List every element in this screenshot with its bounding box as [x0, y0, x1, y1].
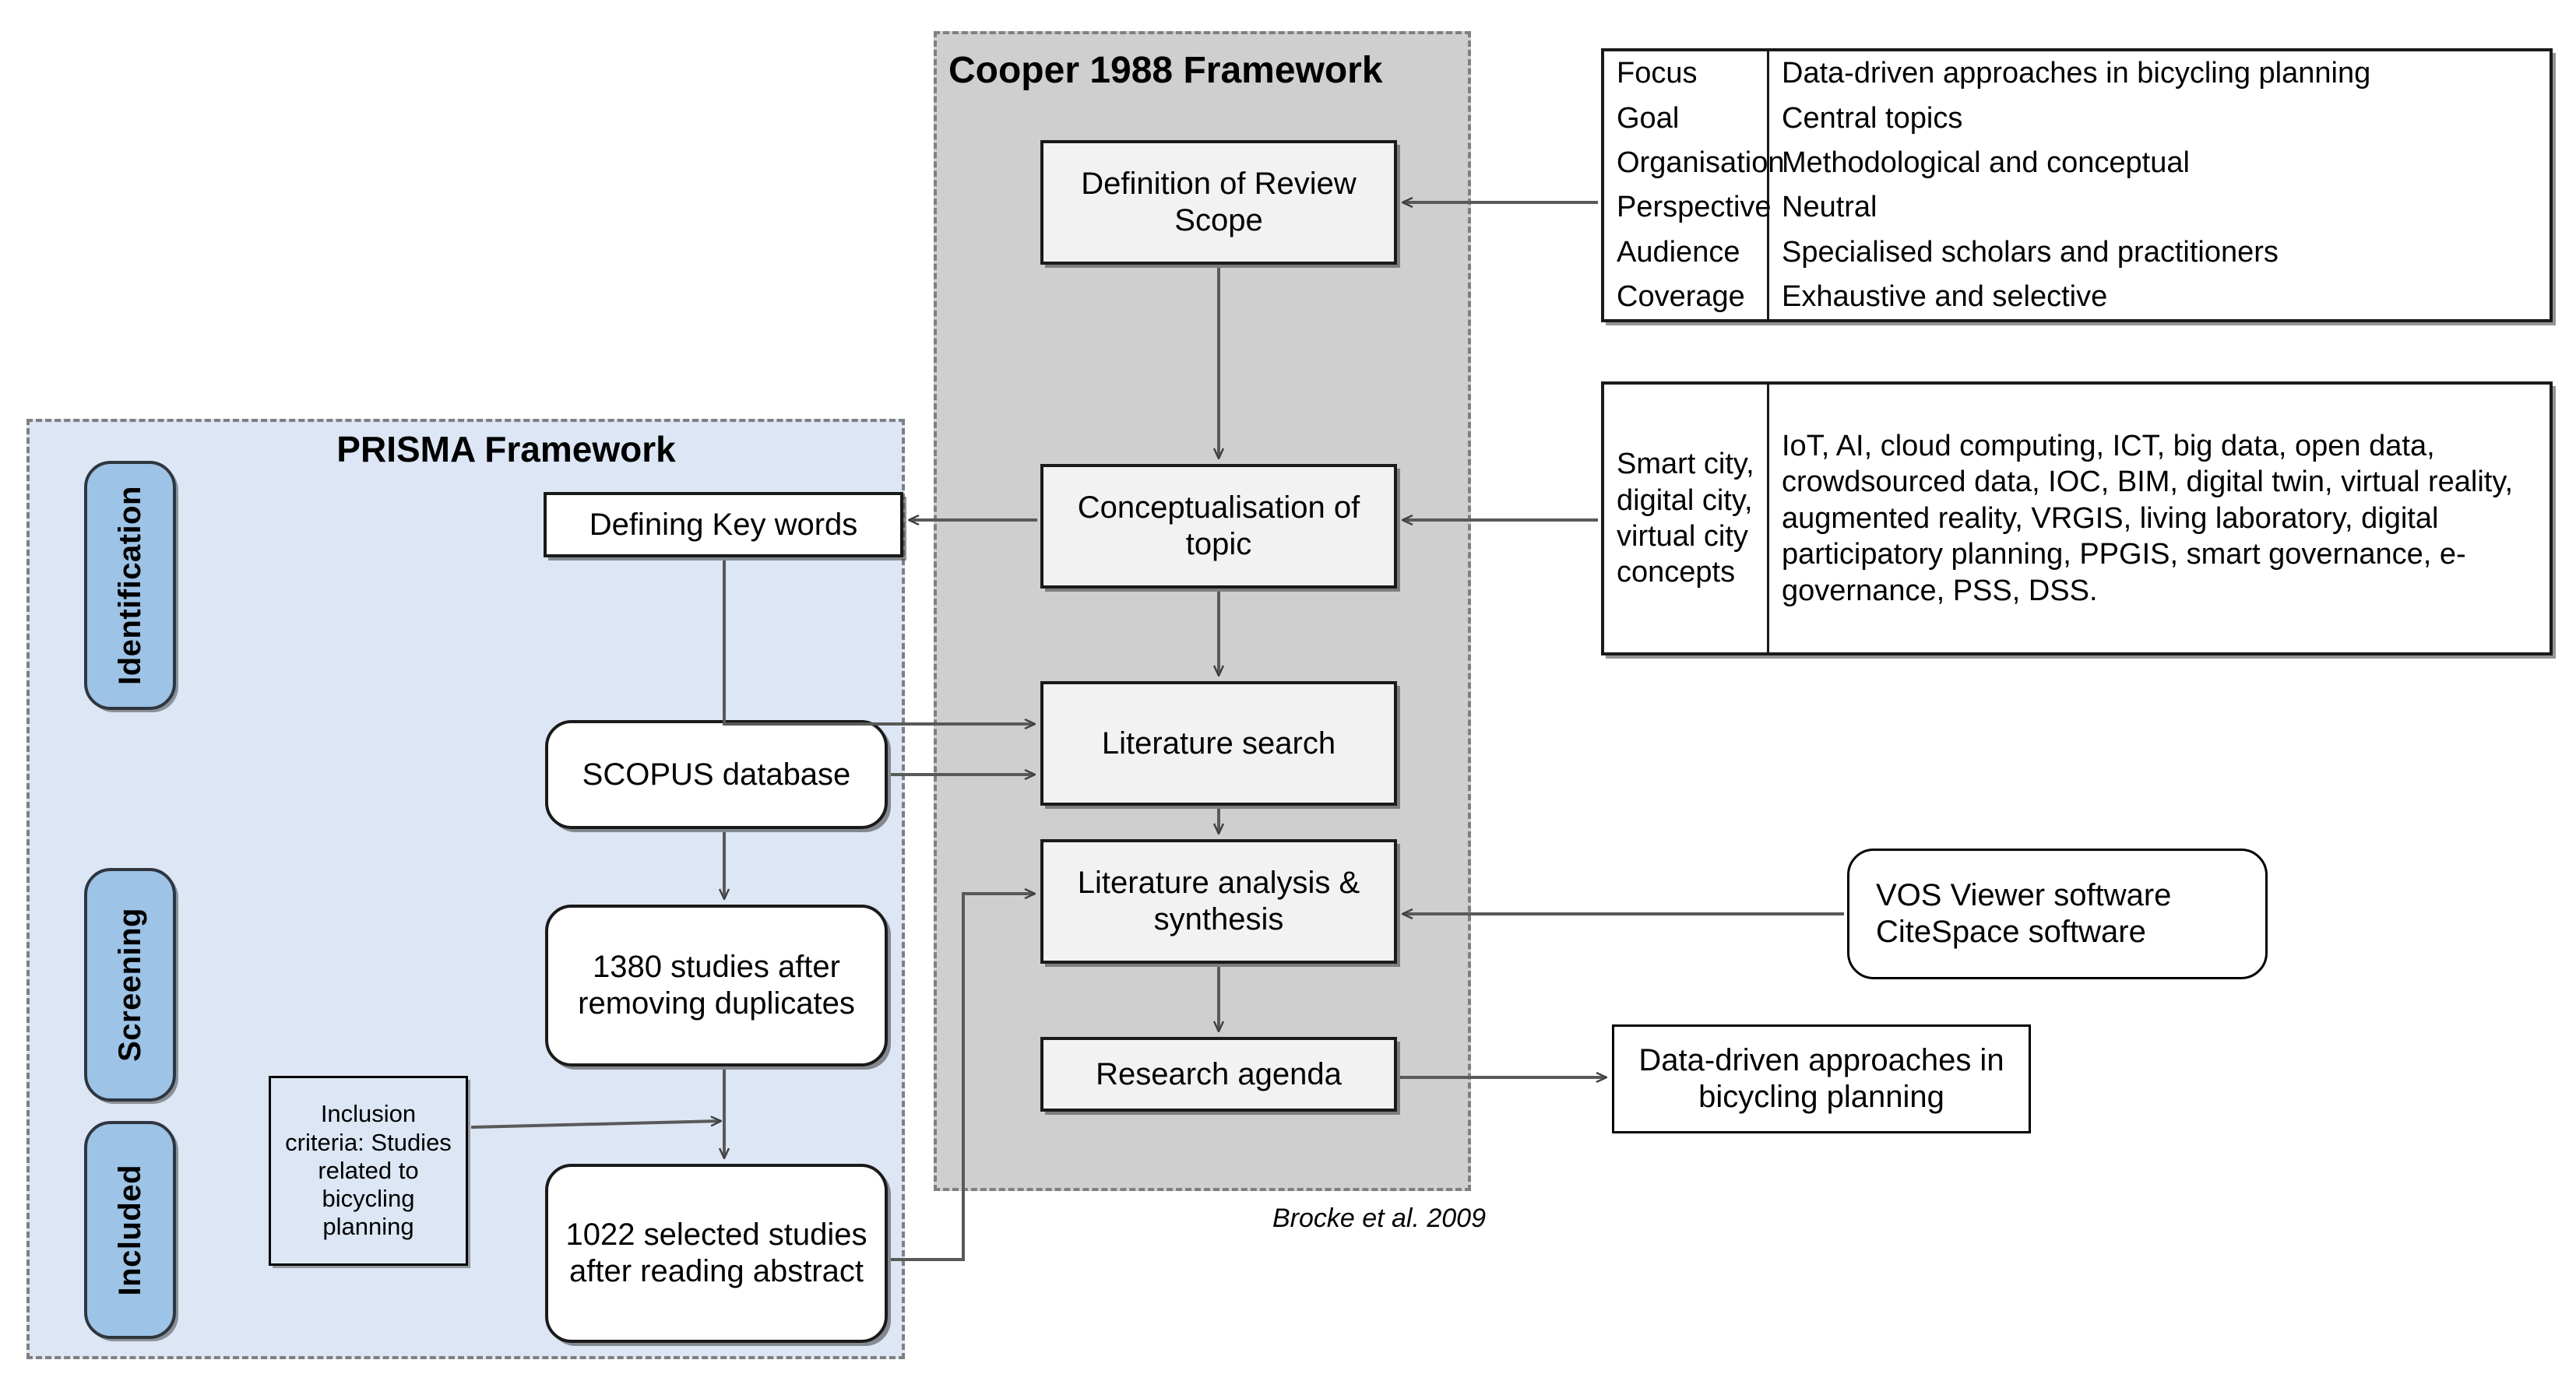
- node-defining-key-words-label: Defining Key words: [589, 507, 858, 542]
- node-defining-key-words: Defining Key words: [544, 492, 903, 557]
- node-research-agenda-label: Research agenda: [1096, 1056, 1342, 1091]
- node-scopus-database: SCOPUS database: [545, 720, 888, 829]
- table-row-key: Focus: [1604, 51, 1769, 97]
- table-row-value: Neutral: [1782, 191, 1877, 224]
- prisma-stage-identification: Identification: [84, 461, 176, 710]
- prisma-stage-screening-label: Screening: [112, 908, 147, 1062]
- table-row-key: Audience: [1604, 230, 1769, 275]
- table-row-value: Methodological and conceptual: [1782, 146, 2190, 180]
- table-row-key: Goal: [1604, 96, 1769, 141]
- smart-city-concepts-table: Smart city, digital city, virtual city c…: [1601, 381, 2553, 655]
- table-row-value: Specialised scholars and practitioners: [1782, 235, 2279, 269]
- node-studies-after-duplicates: 1380 studies after removing duplicates: [545, 905, 888, 1066]
- prisma-stage-screening: Screening: [84, 868, 176, 1102]
- node-research-agenda: Research agenda: [1040, 1037, 1397, 1112]
- prisma-stage-included-label: Included: [112, 1164, 147, 1296]
- table-row-key: Smart city, digital city, virtual city c…: [1604, 385, 1769, 652]
- node-scopus-database-label: SCOPUS database: [582, 757, 851, 792]
- table-row-key: Organisation: [1604, 140, 1784, 185]
- prisma-stage-included: Included: [84, 1121, 176, 1339]
- table-row-value: IoT, AI, cloud computing, ICT, big data,…: [1782, 430, 2514, 607]
- node-definition-review-scope: Definition of Review Scope: [1040, 140, 1397, 265]
- node-literature-search-label: Literature search: [1101, 726, 1336, 761]
- node-research-outcome-label: Data-driven approaches in bicycling plan…: [1638, 1043, 2004, 1114]
- node-definition-review-scope-label: Definition of Review Scope: [1081, 167, 1357, 237]
- table-row-value: Data-driven approaches in bicycling plan…: [1782, 57, 2371, 90]
- node-literature-analysis-synthesis-label: Literature analysis & synthesis: [1077, 866, 1360, 936]
- table-row-key: Coverage: [1604, 274, 1769, 319]
- node-research-outcome: Data-driven approaches in bicycling plan…: [1612, 1024, 2031, 1133]
- node-studies-after-duplicates-label: 1380 studies after removing duplicates: [578, 950, 855, 1021]
- prisma-stage-identification-label: Identification: [112, 486, 147, 685]
- diagram-canvas: PRISMA Framework Identification Screenin…: [0, 0, 2576, 1388]
- table-row-value: Central topics: [1782, 101, 1963, 135]
- node-inclusion-criteria: Inclusion criteria: Studies related to b…: [269, 1076, 468, 1266]
- node-selected-studies-label: 1022 selected studies after reading abst…: [565, 1218, 867, 1288]
- cooper-citation: Brocke et al. 2009: [1272, 1204, 1486, 1233]
- review-scope-table: Focus Data-driven approaches in bicyclin…: [1601, 48, 2553, 322]
- table-row-key: Perspective: [1604, 184, 1772, 230]
- node-analysis-software-label: VOS Viewer software CiteSpace software: [1876, 878, 2172, 949]
- node-analysis-software: VOS Viewer software CiteSpace software: [1847, 849, 2268, 979]
- node-conceptualisation-of-topic: Conceptualisation of topic: [1040, 464, 1397, 589]
- node-conceptualisation-of-topic-label: Conceptualisation of topic: [1077, 490, 1360, 561]
- table-row-value: Exhaustive and selective: [1782, 280, 2108, 314]
- node-literature-analysis-synthesis: Literature analysis & synthesis: [1040, 839, 1397, 964]
- cooper-framework-title: Cooper 1988 Framework: [948, 50, 1383, 91]
- node-selected-studies: 1022 selected studies after reading abst…: [545, 1164, 888, 1343]
- node-literature-search: Literature search: [1040, 681, 1397, 806]
- node-inclusion-criteria-label: Inclusion criteria: Studies related to b…: [285, 1100, 452, 1241]
- prisma-framework-title: PRISMA Framework: [336, 429, 676, 469]
